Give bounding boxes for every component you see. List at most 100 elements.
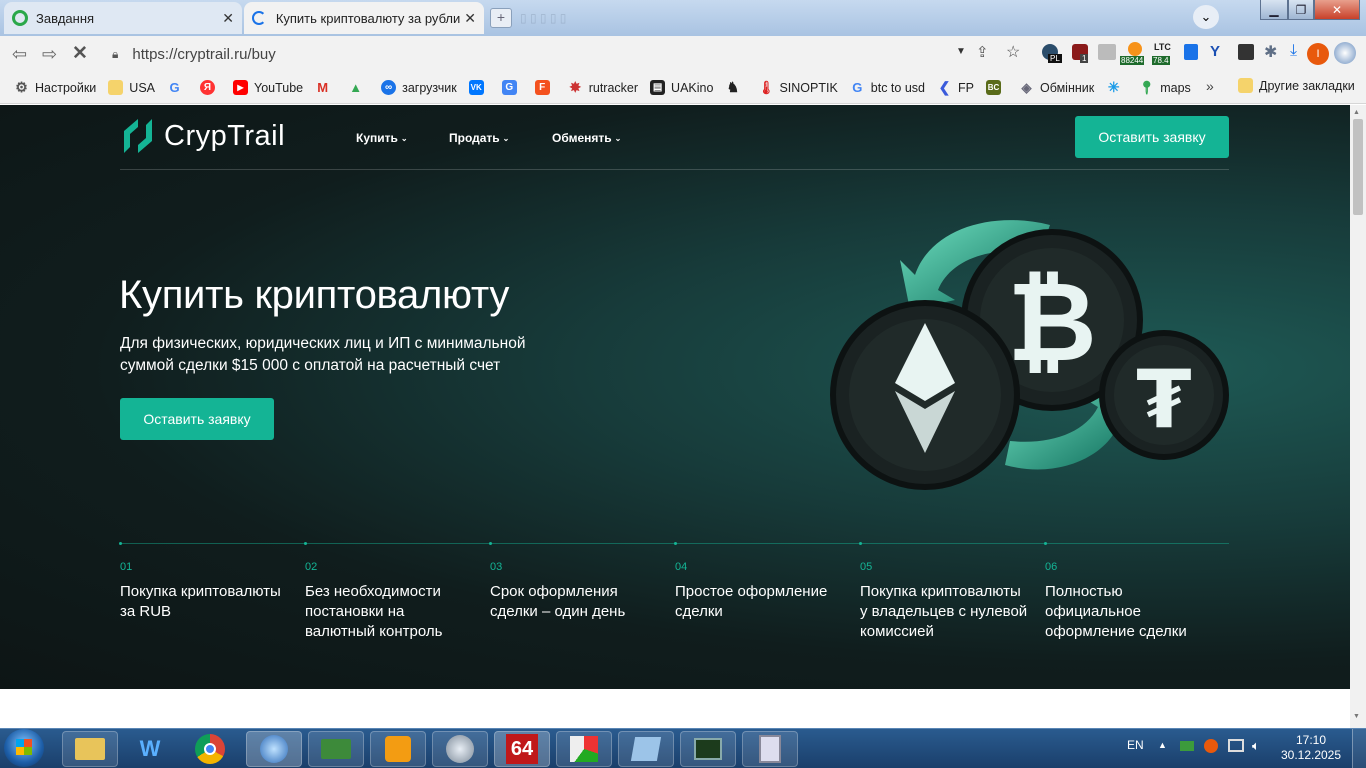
maximize-button[interactable]: ❐ <box>1288 0 1314 20</box>
bookmark-f[interactable]: F <box>534 80 556 95</box>
extension-briefcase-icon[interactable] <box>1098 44 1116 60</box>
bookmark-gmail[interactable]: M <box>315 80 336 95</box>
taskbar-gpu[interactable] <box>308 731 364 767</box>
tab-cryptrail[interactable]: Купить криптовалюту за рубли (R ✕ <box>244 2 484 34</box>
extension-download-icon[interactable] <box>1184 44 1198 60</box>
scrollbar[interactable]: ▲ ▼ <box>1350 105 1366 728</box>
nav-buy[interactable]: Купить ⌄ <box>356 131 408 145</box>
url-text: https://cryptrail.ru/buy <box>132 45 276 63</box>
start-button[interactable] <box>4 729 44 767</box>
extension-ltc-icon[interactable]: LTC 78.4 <box>1152 42 1176 68</box>
close-icon[interactable]: ✕ <box>464 10 476 27</box>
bookmark-chess[interactable]: ♞ <box>725 79 746 95</box>
extension-ublock-icon[interactable]: 1 <box>1070 42 1094 66</box>
svg-text:₿: ₿ <box>1007 258 1097 386</box>
avatar[interactable]: I <box>1307 43 1329 65</box>
monitor-icon <box>694 738 722 760</box>
bookmark-fp[interactable]: ❮ FP <box>937 79 974 95</box>
show-desktop-button[interactable] <box>1352 729 1366 768</box>
extension-pl-icon[interactable]: PL <box>1040 42 1064 66</box>
tray-app-icon[interactable] <box>1204 739 1218 753</box>
tether-coin-icon: ₮ <box>1099 330 1229 460</box>
browser-menu-icon[interactable] <box>1334 42 1356 64</box>
bookmark-sinoptik[interactable]: 🌡︎ SINOPTIK <box>758 80 838 95</box>
bookmark-star[interactable]: ✳ <box>1106 79 1127 95</box>
taskbar-media[interactable] <box>370 731 426 767</box>
tray-network-icon[interactable] <box>1228 739 1244 752</box>
bookmark-translate[interactable]: G <box>501 80 523 95</box>
bookmark-yandex[interactable]: Я <box>200 80 221 95</box>
window-close-button[interactable]: ✕ <box>1314 0 1360 20</box>
chart-app-icon <box>570 736 598 762</box>
bookmark-settings[interactable]: ⚙ Настройки <box>14 79 96 95</box>
folder-icon <box>1238 78 1253 93</box>
back-icon[interactable]: ⇦ <box>12 44 27 65</box>
bookmark-maps[interactable]: 📍︎ maps <box>1138 80 1190 95</box>
bookmark-loader[interactable]: ∞ загрузчик <box>381 80 457 95</box>
feature-marker <box>674 542 677 545</box>
extensions-puzzle-icon[interactable]: ✱ <box>1264 42 1277 62</box>
stop-icon[interactable]: ✕ <box>72 42 88 65</box>
wise-icon: W <box>139 736 161 761</box>
bookmarks-bar: ⚙ Настройки USA G Я ▶ YouTube M ▲ ∞ загрузч… <box>0 72 1366 104</box>
taskbar-wise[interactable]: W <box>122 731 178 767</box>
tray-clock[interactable]: 17:10 30.12.2025 <box>1280 733 1342 763</box>
bookmark-uakino[interactable]: ▤ UAKino <box>650 80 713 95</box>
translate-icon: G <box>501 80 517 95</box>
close-icon[interactable]: ✕ <box>222 10 234 27</box>
bookmark-star-icon[interactable]: ☆ <box>1006 42 1020 62</box>
tab-search-icon[interactable]: ⌄ <box>1193 5 1219 29</box>
share-icon[interactable]: ⇪ <box>976 43 989 61</box>
bookmark-usa[interactable]: USA <box>108 80 155 95</box>
dropdown-icon[interactable]: ▼ <box>956 46 966 57</box>
bookmark-google[interactable]: G <box>167 80 188 95</box>
crypto-coins-illustration: ₿ ₮ <box>830 220 1229 490</box>
new-tab-button[interactable]: + <box>490 8 512 28</box>
bookmark-vk[interactable]: VK <box>468 80 490 95</box>
bookmark-bc[interactable]: BC <box>985 80 1007 95</box>
bookmark-drive[interactable]: ▲ <box>348 80 369 95</box>
taskbar-explorer[interactable] <box>62 731 118 767</box>
extension-btc-icon[interactable]: 88244 <box>1120 42 1150 68</box>
taskbar-notes[interactable] <box>618 731 674 767</box>
nav-sell[interactable]: Продать ⌄ <box>449 131 509 145</box>
taskbar-clock[interactable] <box>432 731 488 767</box>
google-icon: G <box>169 80 180 95</box>
taskbar-aida64[interactable]: 64 <box>494 731 550 767</box>
taskbar-globe[interactable] <box>246 731 302 767</box>
taskbar-monitor[interactable] <box>680 731 736 767</box>
clock-icon <box>446 735 474 763</box>
tray-expand-icon[interactable]: ▲ <box>1158 740 1167 750</box>
taskbar-chart-app[interactable] <box>556 731 612 767</box>
feature-item: 04 Простое оформление сделки <box>675 561 828 620</box>
other-bookmarks[interactable]: Другие закладки <box>1238 78 1355 93</box>
bookmark-youtube[interactable]: ▶ YouTube <box>233 80 303 95</box>
tray-volume-icon[interactable]: 🔈︎ <box>1252 738 1260 754</box>
feature-marker <box>1044 542 1047 545</box>
hero-request-button[interactable]: Оставить заявку <box>120 398 274 440</box>
feature-item: 06 Полностью официальное оформление сделк… <box>1045 561 1187 640</box>
feature-marker <box>119 542 122 545</box>
bookmark-btc-to-usd[interactable]: Gbtc to usd <box>850 80 925 95</box>
extension-arrow-icon[interactable] <box>1238 44 1254 60</box>
tab-tasks[interactable]: Завдання ✕ <box>4 2 242 34</box>
chevron-down-icon: ⌄ <box>502 133 510 143</box>
bookmark-rutracker[interactable]: ✸ rutracker <box>568 79 638 95</box>
site-logo[interactable]: CrypTrail <box>120 117 285 155</box>
logo-text: CrypTrail <box>164 119 286 152</box>
taskbar-chrome[interactable] <box>182 731 238 767</box>
tray-gpu-icon[interactable] <box>1180 741 1194 751</box>
more-bookmarks-button[interactable]: » <box>1206 78 1214 94</box>
scrollbar-thumb[interactable] <box>1353 119 1363 215</box>
downloads-icon[interactable]: ⤓ <box>1290 42 1297 60</box>
minimize-button[interactable]: ▁ <box>1260 0 1288 20</box>
header-request-button[interactable]: Оставить заявку <box>1075 116 1229 158</box>
extension-y-icon[interactable]: Y <box>1210 43 1220 60</box>
chess-icon: ♞ <box>726 79 740 95</box>
page-lower-section <box>0 689 1350 728</box>
taskbar-calculator[interactable] <box>742 731 798 767</box>
nav-exchange[interactable]: Обменять ⌄ <box>552 131 621 145</box>
language-indicator[interactable]: EN <box>1127 738 1144 752</box>
bookmark-exchanger[interactable]: ◈ Обмінник <box>1019 80 1094 95</box>
forward-icon[interactable]: ⇨ <box>42 44 57 65</box>
